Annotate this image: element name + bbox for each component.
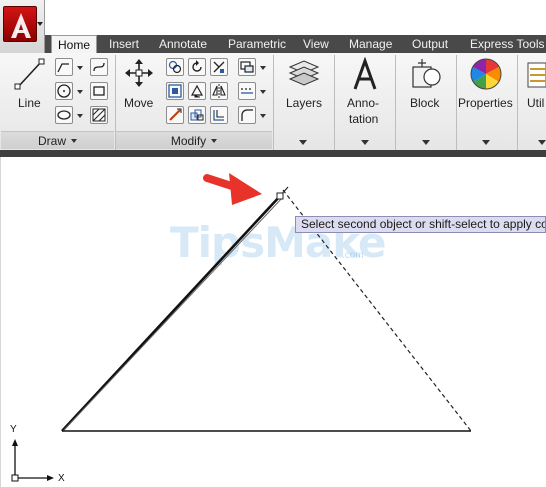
- rectangle-button[interactable]: [90, 82, 108, 100]
- polyline-button[interactable]: [55, 58, 73, 76]
- mirror-axis-icon: [212, 84, 226, 98]
- chevron-down-icon[interactable]: [77, 114, 83, 118]
- move-icon: [125, 59, 153, 87]
- hatch-icon: [92, 108, 106, 122]
- polyline-icon: [57, 63, 69, 73]
- ribbon-tab-bar: Home Insert Annotate Parametric View Man…: [45, 35, 546, 54]
- trim-icon: [213, 61, 225, 73]
- drawing-canvas[interactable]: [0, 157, 546, 487]
- stretch-icon: [190, 84, 204, 98]
- utilities-button[interactable]: Util: [520, 57, 546, 147]
- draw-panel-title[interactable]: Draw: [1, 131, 114, 149]
- block-button[interactable]: Block: [398, 57, 454, 147]
- erase-button[interactable]: [238, 58, 256, 76]
- fillet-button[interactable]: [238, 82, 256, 100]
- spline-icon: [93, 62, 105, 72]
- properties-button[interactable]: Properties: [457, 57, 515, 147]
- chevron-down-icon[interactable]: [77, 66, 83, 70]
- block-icon: [412, 59, 441, 88]
- draw-panel-label: Draw: [37, 134, 66, 148]
- erase-icon: [240, 61, 254, 73]
- utilities-label: Util: [527, 96, 545, 110]
- annotation-label-line1: Anno-: [347, 96, 380, 110]
- ucs-x-label: X: [58, 473, 65, 484]
- line-button[interactable]: Line: [8, 57, 50, 119]
- ucs-y-label: Y: [10, 424, 17, 435]
- fillet-icon: [241, 88, 253, 94]
- copy-button[interactable]: [166, 58, 184, 76]
- join-icon: [241, 109, 253, 121]
- array-button[interactable]: [188, 106, 206, 124]
- block-label: Block: [410, 96, 440, 110]
- join-button[interactable]: [238, 106, 256, 124]
- chevron-down-icon[interactable]: [482, 140, 490, 145]
- move-label: Move: [124, 96, 154, 110]
- ellipse-icon: [57, 110, 71, 120]
- chevron-down-icon[interactable]: [422, 140, 430, 145]
- annotation-button[interactable]: Anno- tation: [337, 57, 393, 147]
- chevron-down-icon[interactable]: [260, 90, 266, 94]
- trim-button[interactable]: [210, 58, 228, 76]
- annotation-label-line2: tation: [349, 112, 379, 126]
- tab-view[interactable]: View: [303, 35, 329, 53]
- offset-button[interactable]: [210, 106, 228, 124]
- layers-icon: [288, 60, 320, 86]
- modify-panel-label: Modify: [170, 134, 207, 148]
- copy-icon: [168, 60, 182, 74]
- modify-panel-title[interactable]: Modify: [116, 131, 272, 149]
- layers-label: Layers: [286, 96, 323, 110]
- chevron-down-icon[interactable]: [77, 90, 83, 94]
- circle-icon: [57, 84, 71, 98]
- chevron-down-icon[interactable]: [260, 114, 266, 118]
- spline-button[interactable]: [90, 58, 108, 76]
- mirror-icon: [168, 84, 182, 98]
- color-wheel-icon: [470, 58, 502, 90]
- watermark-sub-text: .com: [342, 250, 364, 261]
- panel-divider: [334, 55, 335, 150]
- chevron-down-icon: [71, 139, 77, 143]
- ribbon-bottom-border: [0, 150, 546, 157]
- autocad-logo-icon: [3, 6, 37, 42]
- tab-home[interactable]: Home: [51, 35, 98, 54]
- measure-icon: [527, 62, 546, 88]
- rotate-button[interactable]: [188, 58, 206, 76]
- line-icon: [14, 58, 45, 90]
- panel-divider: [395, 55, 396, 150]
- title-bar: [45, 0, 546, 35]
- tab-parametric[interactable]: Parametric: [228, 35, 286, 53]
- ellipse-button[interactable]: [55, 106, 73, 124]
- rotate-icon: [192, 60, 202, 72]
- text-a-icon: [353, 57, 377, 90]
- tab-manage[interactable]: Manage: [349, 35, 392, 53]
- chevron-down-icon[interactable]: [299, 140, 307, 145]
- chevron-down-icon[interactable]: [361, 140, 369, 145]
- application-menu-button[interactable]: [0, 0, 45, 55]
- chevron-down-icon: [211, 139, 218, 143]
- offset-icon: [213, 110, 224, 121]
- hatch-button[interactable]: [90, 106, 108, 124]
- mirror-axis-button[interactable]: [210, 82, 228, 100]
- tab-express-tools[interactable]: Express Tools: [470, 35, 544, 53]
- chevron-down-icon[interactable]: [260, 66, 266, 70]
- rectangle-icon: [93, 86, 105, 96]
- panel-divider: [517, 55, 518, 150]
- array-icon: [190, 109, 204, 121]
- panel-divider: [273, 55, 274, 150]
- chevron-down-icon: [37, 22, 43, 26]
- properties-label: Properties: [458, 96, 513, 110]
- tab-insert[interactable]: Insert: [109, 35, 139, 53]
- move-button[interactable]: Move: [118, 57, 160, 119]
- command-prompt-tooltip: Select second object or shift-select to …: [295, 216, 546, 233]
- chevron-down-icon[interactable]: [538, 140, 546, 145]
- circle-button[interactable]: [55, 82, 73, 100]
- tab-output[interactable]: Output: [412, 35, 448, 53]
- scale-button[interactable]: [166, 106, 184, 124]
- stretch-button[interactable]: [188, 82, 206, 100]
- tab-annotate[interactable]: Annotate: [159, 35, 207, 53]
- layers-button[interactable]: Layers: [276, 57, 332, 147]
- line-label: Line: [18, 96, 41, 110]
- scale-icon: [169, 108, 182, 121]
- mirror-button[interactable]: [166, 82, 184, 100]
